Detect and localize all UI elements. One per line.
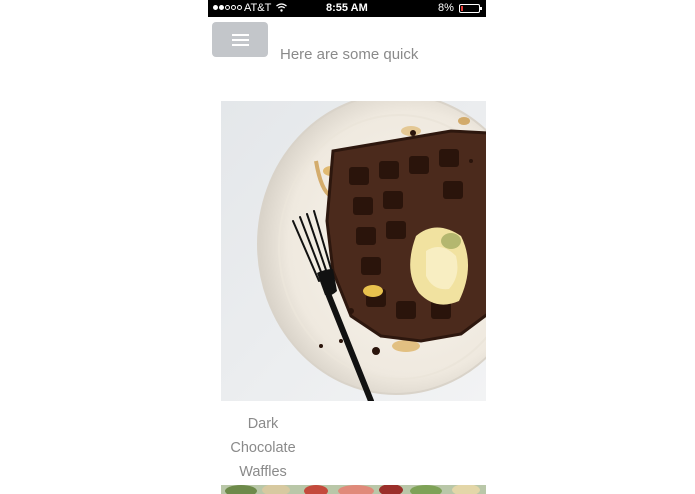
- salad-photo: [221, 484, 486, 494]
- carrier-label: AT&T: [244, 2, 272, 14]
- phone-screen: AT&T 8:55 AM 8% Here are some quick Dark…: [208, 0, 486, 494]
- recipe-title-line: Chocolate: [230, 440, 296, 456]
- intro-text: Here are some quick: [280, 46, 419, 63]
- signal-strength-icon: [213, 5, 242, 10]
- status-time: 8:55 AM: [326, 2, 368, 14]
- battery-percentage: 8%: [438, 2, 454, 14]
- menu-button[interactable]: [212, 22, 268, 57]
- waffle-photo: [221, 101, 486, 401]
- wifi-icon: [276, 3, 287, 12]
- battery-icon: [459, 4, 482, 13]
- recipe-title[interactable]: Dark Chocolate Waffles: [218, 412, 308, 484]
- recipe-title-line: Waffles: [239, 464, 287, 480]
- recipe-title-line: Dark: [247, 416, 279, 432]
- status-bar: AT&T 8:55 AM 8%: [208, 0, 486, 17]
- recipe-image-next[interactable]: [221, 483, 486, 494]
- recipe-image-waffles[interactable]: [221, 101, 486, 401]
